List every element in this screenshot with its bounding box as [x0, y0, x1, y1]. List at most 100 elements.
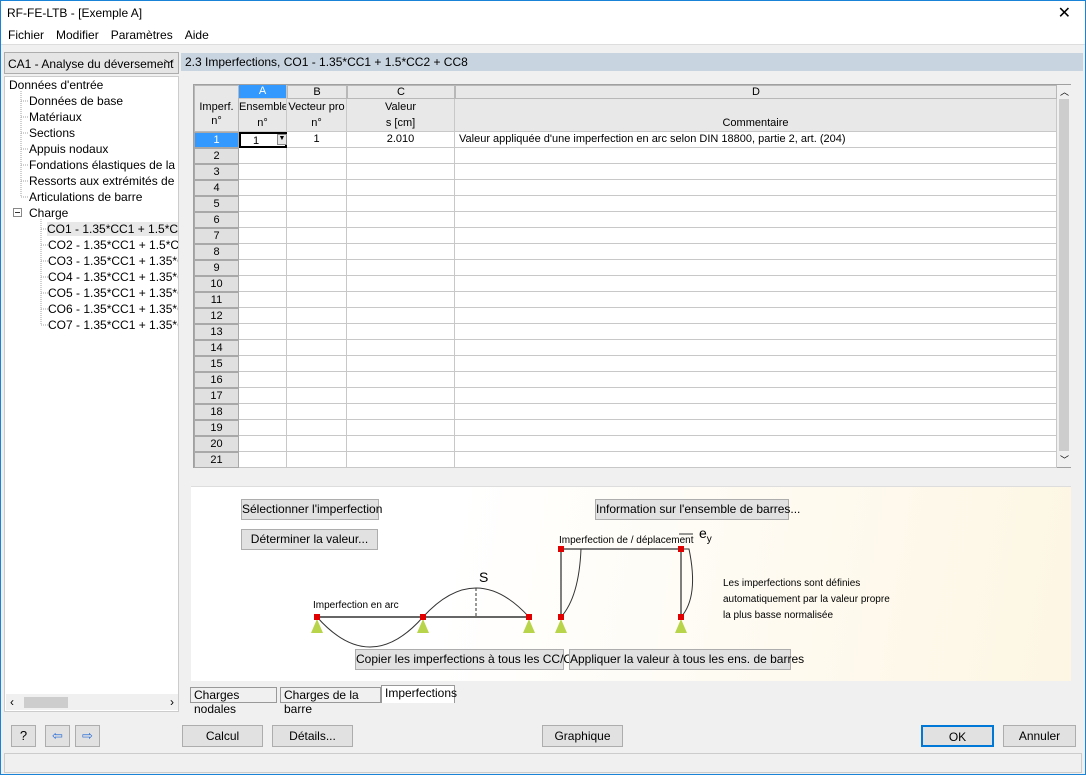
table-cell[interactable] — [455, 196, 1057, 212]
table-cell[interactable] — [239, 164, 287, 180]
table-cell[interactable] — [347, 324, 455, 340]
ok-button[interactable]: OK — [921, 725, 994, 747]
help-icon[interactable]: ? — [11, 725, 36, 747]
table-cell[interactable] — [347, 356, 455, 372]
menu-parametres[interactable]: Paramètres — [104, 25, 178, 42]
close-icon[interactable]: ✕ — [1058, 3, 1071, 23]
scroll-thumb[interactable] — [24, 697, 68, 708]
table-cell[interactable] — [239, 292, 287, 308]
column-letter-d[interactable]: D — [455, 85, 1057, 99]
tree-item[interactable]: Ressorts aux extrémités de la b — [29, 174, 178, 188]
table-cell[interactable] — [287, 164, 347, 180]
vertical-scrollbar[interactable]: ︿ ﹀ — [1057, 85, 1071, 467]
tree-item[interactable]: Sections — [29, 126, 75, 140]
table-cell[interactable] — [239, 388, 287, 404]
table-cell[interactable] — [347, 420, 455, 436]
table-cell[interactable] — [455, 356, 1057, 372]
row-header[interactable]: 14 — [194, 340, 239, 356]
table-cell[interactable] — [287, 212, 347, 228]
row-header[interactable]: 1 — [194, 132, 239, 148]
table-cell[interactable] — [455, 276, 1057, 292]
row-header[interactable]: 5 — [194, 196, 239, 212]
row-header[interactable]: 6 — [194, 212, 239, 228]
chevron-left-icon[interactable]: ‹ — [10, 695, 14, 709]
row-header[interactable]: 2 — [194, 148, 239, 164]
tab-imperfections[interactable]: Imperfections — [381, 685, 457, 703]
chevron-right-icon[interactable]: › — [170, 695, 174, 709]
table-cell[interactable] — [287, 148, 347, 164]
row-header[interactable]: 4 — [194, 180, 239, 196]
table-cell[interactable]: 2.010 — [347, 132, 455, 148]
table-cell[interactable] — [455, 228, 1057, 244]
row-header[interactable]: 21 — [194, 452, 239, 468]
tree-item[interactable]: Fondations élastiques de la bar — [29, 158, 178, 172]
table-cell[interactable] — [455, 340, 1057, 356]
cancel-button[interactable]: Annuler — [1003, 725, 1076, 747]
table-cell[interactable] — [347, 212, 455, 228]
table-cell[interactable] — [287, 356, 347, 372]
table-cell[interactable] — [455, 324, 1057, 340]
table-cell[interactable] — [239, 420, 287, 436]
tree-item-co2[interactable]: CO2 - 1.35*CC1 + 1.5*CC — [48, 238, 178, 252]
table-cell[interactable] — [239, 324, 287, 340]
case-select[interactable]: CA1 - Analyse du déversement ﹀ — [4, 52, 179, 74]
table-cell[interactable] — [239, 260, 287, 276]
table-cell[interactable] — [455, 452, 1057, 468]
table-cell[interactable] — [455, 436, 1057, 452]
table-cell[interactable] — [239, 308, 287, 324]
tree-item-co1[interactable]: CO1 - 1.35*CC1 + 1.5*CC — [47, 222, 178, 236]
table-cell[interactable] — [347, 164, 455, 180]
tree-horizontal-scrollbar[interactable]: ‹ › — [6, 694, 178, 710]
table-cell[interactable] — [239, 244, 287, 260]
calc-button[interactable]: Calcul — [182, 725, 263, 747]
table-cell[interactable] — [287, 372, 347, 388]
table-cell[interactable] — [239, 148, 287, 164]
table-cell[interactable] — [347, 436, 455, 452]
table-cell[interactable] — [347, 196, 455, 212]
row-header[interactable]: 16 — [194, 372, 239, 388]
row-header[interactable]: 7 — [194, 228, 239, 244]
tree-item-co4[interactable]: CO4 - 1.35*CC1 + 1.35*C — [48, 270, 178, 284]
table-cell[interactable] — [347, 148, 455, 164]
table-cell[interactable] — [287, 388, 347, 404]
row-header[interactable]: 10 — [194, 276, 239, 292]
row-header[interactable]: 3 — [194, 164, 239, 180]
row-header[interactable]: 20 — [194, 436, 239, 452]
table-cell[interactable] — [347, 228, 455, 244]
menu-aide[interactable]: Aide — [178, 25, 214, 42]
table-cell[interactable] — [239, 196, 287, 212]
dropdown-arrow-icon[interactable]: ▼ — [277, 134, 287, 145]
table-cell[interactable] — [287, 340, 347, 356]
tree-item-co3[interactable]: CO3 - 1.35*CC1 + 1.35*C — [48, 254, 178, 268]
row-header[interactable]: 19 — [194, 420, 239, 436]
tree-item-co5[interactable]: CO5 - 1.35*CC1 + 1.35*C — [48, 286, 178, 300]
tree-item[interactable]: Appuis nodaux — [29, 142, 108, 156]
table-cell[interactable] — [239, 276, 287, 292]
tree-item-charge[interactable]: Charge — [29, 206, 68, 220]
chevron-down-icon[interactable]: ﹀ — [1060, 453, 1069, 466]
table-cell[interactable] — [239, 404, 287, 420]
row-header[interactable]: 15 — [194, 356, 239, 372]
graph-button[interactable]: Graphique — [542, 725, 623, 747]
table-cell[interactable] — [287, 244, 347, 260]
table-cell[interactable] — [287, 180, 347, 196]
table-cell[interactable] — [239, 180, 287, 196]
table-cell[interactable] — [347, 388, 455, 404]
table-cell[interactable] — [455, 308, 1057, 324]
table-cell[interactable] — [239, 340, 287, 356]
tree-item[interactable]: Matériaux — [29, 110, 82, 124]
row-header[interactable]: 17 — [194, 388, 239, 404]
table-cell[interactable] — [287, 228, 347, 244]
table-cell[interactable] — [287, 276, 347, 292]
tab-charges-barre[interactable]: Charges de la barre — [280, 687, 381, 716]
row-header[interactable]: 12 — [194, 308, 239, 324]
table-cell[interactable] — [347, 180, 455, 196]
table-cell[interactable] — [239, 372, 287, 388]
tree-item[interactable]: Articulations de barre — [29, 190, 142, 204]
table-cell[interactable] — [455, 260, 1057, 276]
table-cell[interactable] — [347, 292, 455, 308]
previous-window-icon[interactable]: ⇦ — [45, 725, 70, 747]
table-cell[interactable] — [347, 404, 455, 420]
table-cell[interactable] — [455, 372, 1057, 388]
table-cell[interactable] — [455, 388, 1057, 404]
